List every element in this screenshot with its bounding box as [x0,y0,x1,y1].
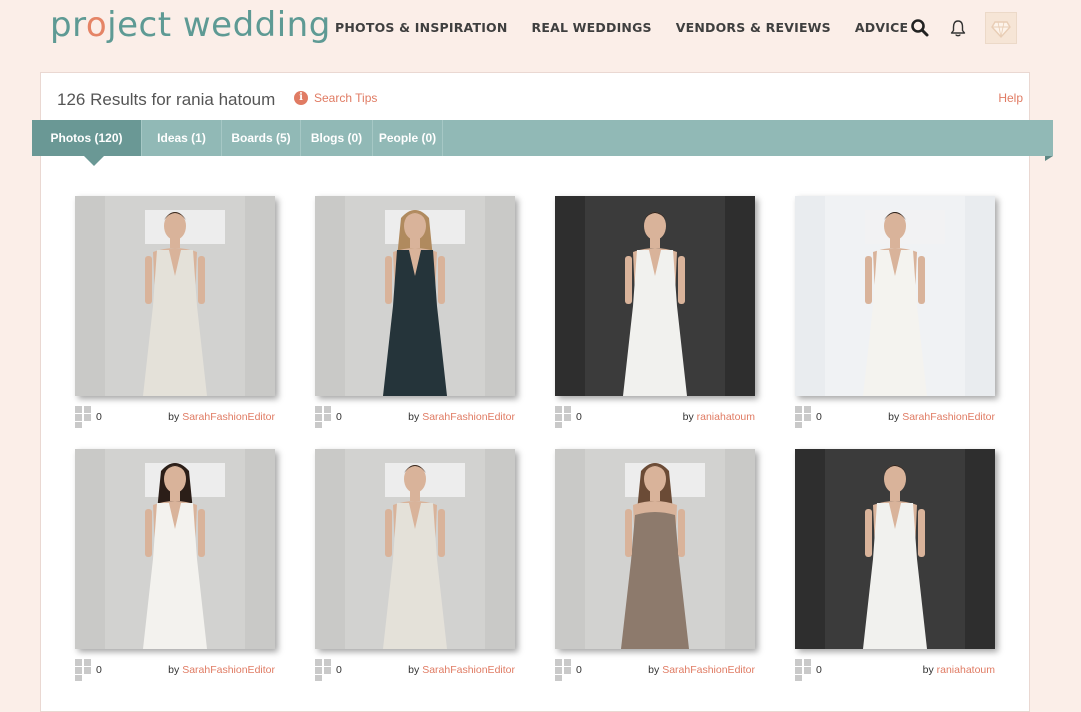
tab-photos[interactable]: Photos (120) [32,120,142,156]
photo-credit: by SarahFashionEditor [168,411,275,423]
dress-photo[interactable] [315,449,515,649]
logo-text-end: ject wedding [107,5,331,45]
dress-photo[interactable] [795,449,995,649]
board-count: 0 [336,664,342,676]
add-to-board-icon[interactable] [75,406,91,428]
bell-icon[interactable] [948,18,968,38]
add-to-board-icon[interactable] [315,659,331,681]
author-link[interactable]: raniahatoum [937,664,995,676]
photo-meta: 0 by SarahFashionEditor [75,406,275,428]
add-to-board-icon[interactable] [795,406,811,428]
by-label: by [682,411,694,423]
photo-credit: by raniahatoum [923,664,995,676]
nav-advice[interactable]: ADVICE [855,20,908,35]
author-link[interactable]: SarahFashionEditor [902,411,995,423]
photo-card[interactable]: 0 by raniahatoum [795,449,995,681]
board-count: 0 [96,664,102,676]
photo-credit: by SarahFashionEditor [408,664,515,676]
photo-meta: 0 by SarahFashionEditor [315,659,515,681]
photo-meta: 0 by SarahFashionEditor [75,659,275,681]
search-icon[interactable] [910,18,930,38]
photo-credit: by SarahFashionEditor [888,411,995,423]
add-to-board-icon[interactable] [315,406,331,428]
photo-meta: 0 by SarahFashionEditor [555,659,755,681]
help-link[interactable]: Help [998,91,1023,105]
board-count: 0 [816,411,822,423]
tab-people[interactable]: People (0) [373,120,443,156]
photo-card[interactable]: 0 by SarahFashionEditor [795,196,995,428]
info-icon: i [294,91,308,105]
nav-real-weddings[interactable]: REAL WEDDINGS [532,20,652,35]
results-tabs: Photos (120) Ideas (1) Boards (5) Blogs … [32,120,1053,156]
avatar[interactable] [985,12,1017,44]
tab-blogs[interactable]: Blogs (0) [301,120,373,156]
photo-card[interactable]: 0 by SarahFashionEditor [75,449,275,681]
by-label: by [922,664,934,676]
photo-meta: 0 by SarahFashionEditor [795,406,995,428]
photo-credit: by SarahFashionEditor [168,664,275,676]
board-count: 0 [576,664,582,676]
tab-ideas[interactable]: Ideas (1) [142,120,222,156]
add-to-board-icon[interactable] [75,659,91,681]
dress-photo[interactable] [555,449,755,649]
site-header: project wedding PHOTOS & INSPIRATION REA… [0,0,1081,62]
author-link[interactable]: SarahFashionEditor [182,411,275,423]
ring-icon: o [85,5,108,45]
by-label: by [648,664,660,676]
photo-meta: 0 by raniahatoum [555,406,755,428]
by-label: by [408,411,420,423]
tab-bar-fold [1045,156,1053,161]
dress-photo[interactable] [75,449,275,649]
add-to-board-icon[interactable] [555,659,571,681]
author-link[interactable]: SarahFashionEditor [422,664,515,676]
by-label: by [888,411,900,423]
photo-credit: by SarahFashionEditor [408,411,515,423]
search-tips-label: Search Tips [314,91,378,105]
by-label: by [408,664,420,676]
author-link[interactable]: SarahFashionEditor [422,411,515,423]
by-label: by [168,411,180,423]
by-label: by [168,664,180,676]
photo-card[interactable]: 0 by SarahFashionEditor [315,196,515,428]
photo-card[interactable]: 0 by SarahFashionEditor [315,449,515,681]
results-title: 126 Results for rania hatoum [57,90,276,109]
board-count: 0 [576,411,582,423]
dress-photo[interactable] [795,196,995,396]
author-link[interactable]: raniahatoum [697,411,755,423]
board-count: 0 [336,411,342,423]
tab-boards[interactable]: Boards (5) [222,120,301,156]
author-link[interactable]: SarahFashionEditor [182,664,275,676]
photo-card[interactable]: 0 by SarahFashionEditor [555,449,755,681]
nav-vendors-reviews[interactable]: VENDORS & REVIEWS [676,20,831,35]
search-tips-link[interactable]: i Search Tips [294,91,377,105]
photo-meta: 0 by raniahatoum [795,659,995,681]
nav-photos-inspiration[interactable]: PHOTOS & INSPIRATION [335,20,508,35]
board-count: 0 [816,664,822,676]
board-count: 0 [96,411,102,423]
dress-photo[interactable] [315,196,515,396]
photo-card[interactable]: 0 by SarahFashionEditor [75,196,275,428]
main-nav: PHOTOS & INSPIRATION REAL WEDDINGS VENDO… [335,20,932,35]
dress-photo[interactable] [555,196,755,396]
active-tab-pointer [84,156,104,166]
add-to-board-icon[interactable] [555,406,571,428]
add-to-board-icon[interactable] [795,659,811,681]
dress-photo[interactable] [75,196,275,396]
photo-credit: by SarahFashionEditor [648,664,755,676]
author-link[interactable]: SarahFashionEditor [662,664,755,676]
project-wedding-logo[interactable]: project wedding [50,5,331,45]
photo-credit: by raniahatoum [683,411,755,423]
logo-text-start: pr [50,5,86,45]
photo-meta: 0 by SarahFashionEditor [315,406,515,428]
photo-card[interactable]: 0 by raniahatoum [555,196,755,428]
